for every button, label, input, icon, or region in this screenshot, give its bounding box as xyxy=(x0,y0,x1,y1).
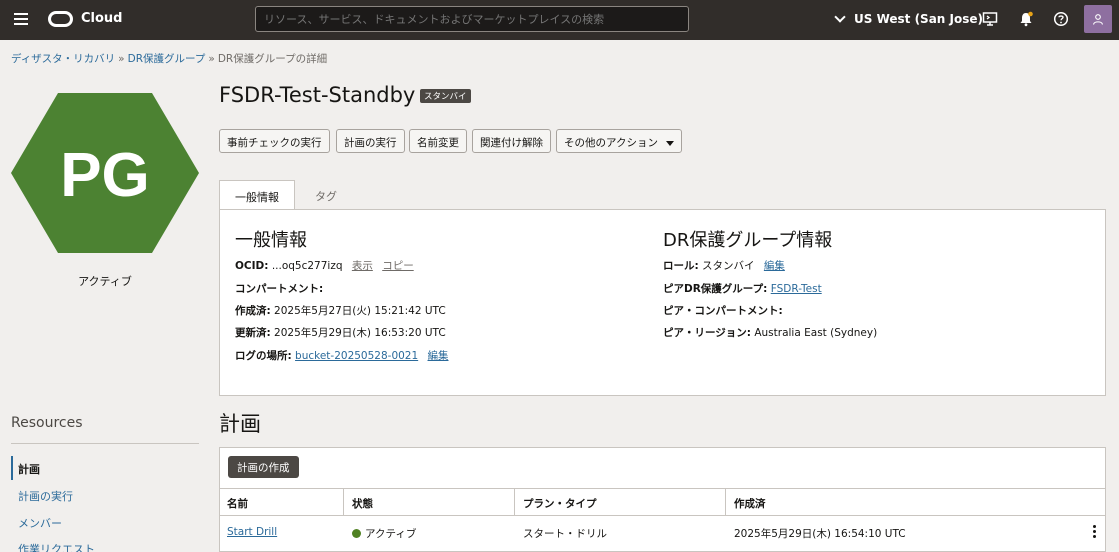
resource-item-work-requests[interactable]: 作業リクエスト xyxy=(18,541,95,552)
help-icon[interactable] xyxy=(1053,11,1069,27)
peer-region-value: Australia East (Sydney) xyxy=(754,327,878,339)
peer-compartment-row: ピア・コンパートメント: xyxy=(663,303,783,318)
resource-item-plan-executions[interactable]: 計画の実行 xyxy=(18,488,73,504)
more-actions-label: その他のアクション xyxy=(564,137,658,149)
rename-button[interactable]: 名前変更 xyxy=(409,129,467,153)
ocid-label: OCID: xyxy=(235,260,269,272)
role-edit-link[interactable]: 編集 xyxy=(764,260,785,272)
log-location-label: ログの場所: xyxy=(235,350,292,362)
role-label: ロール: xyxy=(663,260,699,272)
caret-down-icon xyxy=(665,140,674,146)
plans-title: 計画 xyxy=(219,412,261,436)
column-header-name[interactable]: 名前 xyxy=(219,488,344,516)
region-label: US West (San Jose) xyxy=(854,12,983,26)
created-value: 2025年5月27日(火) 15:21:42 UTC xyxy=(274,305,446,317)
column-header-state[interactable]: 状態 xyxy=(344,488,515,516)
chevron-down-icon xyxy=(834,11,846,23)
table-row-plan-type: スタート・ドリル xyxy=(523,528,607,540)
cloud-shell-icon[interactable] xyxy=(982,11,998,27)
role-badge: スタンバイ xyxy=(420,89,471,103)
table-row-state: アクティブ xyxy=(344,522,424,545)
compartment-row: コンパートメント: xyxy=(235,281,323,296)
menu-icon[interactable] xyxy=(14,13,28,25)
hex-initials: PG xyxy=(60,141,150,210)
column-header-plan-type[interactable]: プラン・タイプ xyxy=(515,488,726,516)
peer-region-label: ピア・リージョン: xyxy=(663,327,751,339)
oracle-logo-icon[interactable] xyxy=(48,11,73,27)
resources-divider xyxy=(11,443,199,444)
resource-item-members[interactable]: メンバー xyxy=(18,515,62,531)
user-avatar[interactable] xyxy=(1084,5,1112,33)
role-row: ロール: スタンバイ 編集 xyxy=(663,258,785,273)
compartment-label: コンパートメント: xyxy=(235,283,324,295)
resource-item-plans[interactable]: 計画 xyxy=(18,461,40,477)
notification-bell-icon[interactable] xyxy=(1018,11,1034,27)
more-actions-button[interactable]: その他のアクション xyxy=(556,129,682,153)
updated-value: 2025年5月29日(木) 16:53:20 UTC xyxy=(274,327,446,339)
general-info-title: 一般情報 xyxy=(235,230,307,251)
column-header-created[interactable]: 作成済 xyxy=(726,488,1106,516)
ocid-show-link[interactable]: 表示 xyxy=(352,260,373,272)
ocid-copy-link[interactable]: コピー xyxy=(382,260,414,272)
create-plan-button[interactable]: 計画の作成 xyxy=(228,456,299,478)
ocid-value: ...oq5c277izq xyxy=(271,260,343,272)
resources-title: Resources xyxy=(11,415,83,431)
search-input[interactable] xyxy=(255,6,689,32)
log-edit-link[interactable]: 編集 xyxy=(428,350,449,362)
breadcrumb-disaster-recovery[interactable]: ディザスタ・リカバリ xyxy=(11,53,115,65)
log-location-row: ログの場所: bucket-20250528-0021 編集 xyxy=(235,348,449,363)
active-status-dot-icon xyxy=(352,529,361,538)
peer-compartment-label: ピア・コンパートメント: xyxy=(663,305,783,317)
peer-region-row: ピア・リージョン: Australia East (Sydney) xyxy=(663,325,877,340)
ocid-row: OCID: ...oq5c277izq 表示 コピー xyxy=(235,258,414,273)
row-actions-kebab-icon[interactable] xyxy=(1093,525,1099,539)
page-title: FSDR-Test-Standby xyxy=(219,83,416,107)
peer-group-row: ピアDR保護グループ: FSDR-Test xyxy=(663,281,822,296)
breadcrumb-current: DR保護グループの詳細 xyxy=(217,53,328,65)
tab-tags[interactable]: タグ xyxy=(300,180,352,210)
created-label: 作成済: xyxy=(235,305,271,317)
role-value: スタンバイ xyxy=(702,260,755,272)
plan-name-link[interactable]: Start Drill xyxy=(227,526,277,538)
updated-row: 更新済: 2025年5月29日(木) 16:53:20 UTC xyxy=(235,325,446,340)
user-icon xyxy=(1092,14,1104,25)
resources-active-indicator xyxy=(11,456,13,480)
dr-info-title: DR保護グループ情報 xyxy=(663,230,833,251)
disassociate-button[interactable]: 関連付け解除 xyxy=(472,129,551,153)
execute-plan-button[interactable]: 計画の実行 xyxy=(336,129,405,153)
plan-state: アクティブ xyxy=(365,528,417,540)
updated-label: 更新済: xyxy=(235,327,271,339)
protection-group-hex-icon: PG xyxy=(11,93,199,253)
peer-group-link[interactable]: FSDR-Test xyxy=(771,283,822,295)
cloud-logo-text[interactable]: Cloud xyxy=(81,11,123,26)
table-row-name: Start Drill xyxy=(219,522,285,542)
breadcrumb-dr-protection-groups[interactable]: DR保護グループ xyxy=(128,53,206,65)
breadcrumb: ディザスタ・リカバリ» DR保護グループ» DR保護グループの詳細 xyxy=(11,53,328,65)
tab-general-info[interactable]: 一般情報 xyxy=(219,180,295,210)
top-bar: Cloud US West (San Jose) xyxy=(0,0,1119,40)
created-row: 作成済: 2025年5月27日(火) 15:21:42 UTC xyxy=(235,303,446,318)
peer-group-label: ピアDR保護グループ: xyxy=(663,283,768,295)
run-prechecks-button[interactable]: 事前チェックの実行 xyxy=(219,129,330,153)
lifecycle-status: アクティブ xyxy=(78,275,132,288)
table-row-created: 2025年5月29日(木) 16:54:10 UTC xyxy=(734,528,906,540)
log-bucket-link[interactable]: bucket-20250528-0021 xyxy=(295,350,418,362)
region-selector[interactable]: US West (San Jose) xyxy=(834,11,983,26)
